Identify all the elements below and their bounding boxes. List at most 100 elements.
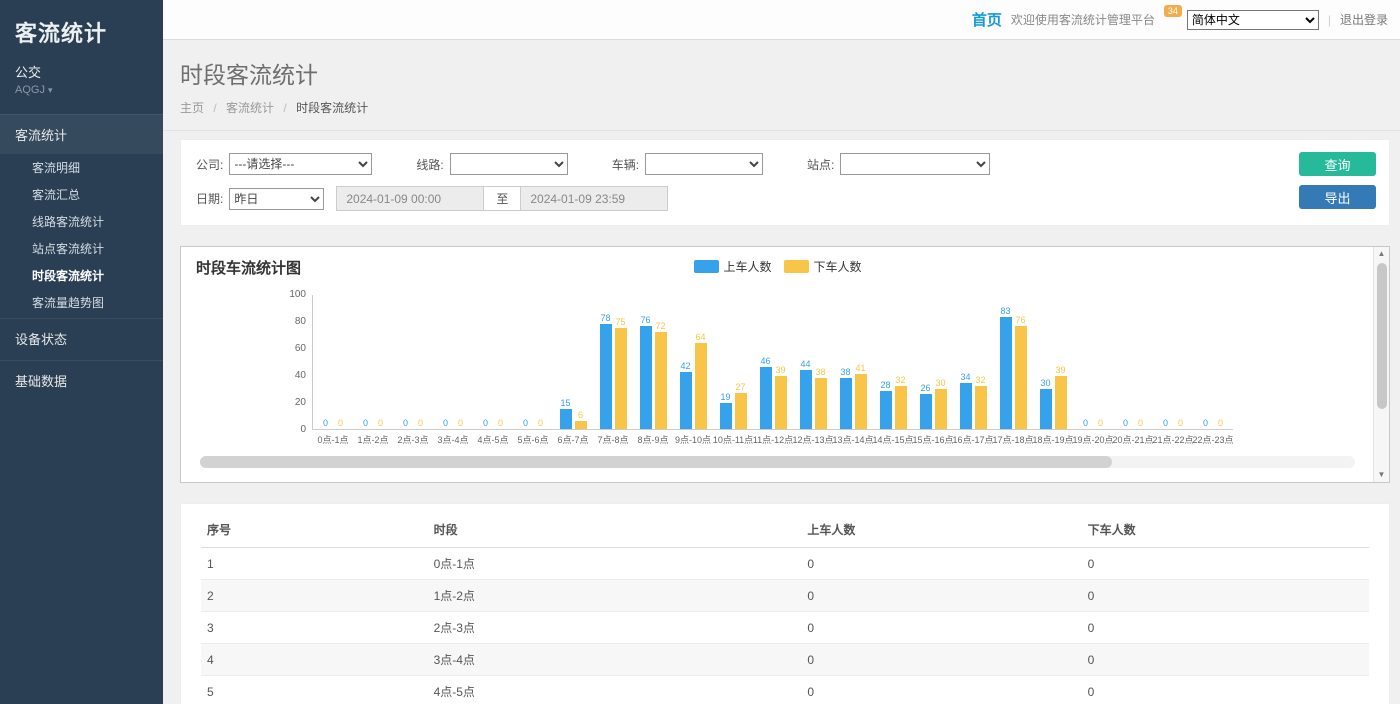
bar <box>680 372 692 429</box>
sidebar-item[interactable]: 时段客流统计 <box>0 262 163 289</box>
bar <box>920 394 932 429</box>
scroll-up-icon[interactable]: ▲ <box>1378 247 1386 261</box>
company-name: 公交 <box>15 62 148 81</box>
breadcrumb: 主页 / 客流统计 / 时段客流统计 <box>180 99 1390 116</box>
chart-y-axis: 020406080100 <box>284 295 312 430</box>
table-body: 10点-1点0021点-2点0032点-3点0043点-4点0054点-5点00… <box>201 548 1369 704</box>
topbar: 首页 欢迎使用客流统计管理平台 34 简体中文 | 退出登录 <box>163 0 1400 40</box>
table-cell: 0点-1点 <box>428 548 802 580</box>
bar-value-label: 0 <box>1123 418 1128 428</box>
vehicle-filter-label: 车辆: <box>612 156 639 173</box>
page-title: 时段客流统计 <box>180 56 1390 90</box>
bar-value-label: 0 <box>1163 418 1168 428</box>
vertical-scroll-thumb[interactable] <box>1377 263 1387 409</box>
date-start-input[interactable] <box>336 186 484 211</box>
company-selector[interactable]: AQGJ▾ <box>15 84 148 96</box>
query-button[interactable]: 查询 <box>1299 152 1376 176</box>
chart-vertical-scrollbar[interactable]: ▲ ▼ <box>1373 247 1389 482</box>
bar <box>800 370 812 429</box>
bar-value-label: 42 <box>680 361 690 371</box>
bar-value-label: 34 <box>960 372 970 382</box>
bar-value-label: 27 <box>735 382 745 392</box>
breadcrumb-home[interactable]: 主页 <box>180 101 204 115</box>
table-cell: 2 <box>201 580 428 612</box>
scroll-down-icon[interactable]: ▼ <box>1378 468 1386 482</box>
sidebar-item[interactable]: 线路客流统计 <box>0 208 163 235</box>
home-link[interactable]: 首页 <box>972 9 1002 30</box>
sidebar-section[interactable]: 设备状态 <box>0 318 163 358</box>
bar-value-label: 64 <box>695 332 705 342</box>
chart-panel: 时段车流统计图 上车人数下车人数 020406080100 000点-1点001… <box>180 246 1390 483</box>
bar-value-label: 44 <box>800 359 810 369</box>
x-axis-label: 18点-19点 <box>1032 433 1073 446</box>
y-axis-tick: 0 <box>300 425 306 435</box>
logout-link[interactable]: 退出登录 <box>1340 11 1388 28</box>
bar-value-label: 41 <box>855 363 865 373</box>
chart-body: 020406080100 000点-1点001点-2点002点-3点003点-4… <box>196 295 1359 430</box>
bar-value-label: 0 <box>338 418 343 428</box>
bar <box>760 367 772 429</box>
bar-group: 283214点-15点 <box>873 295 913 429</box>
breadcrumb-separator: / <box>213 101 216 115</box>
bar-value-label: 26 <box>920 383 930 393</box>
x-axis-label: 20点-21点 <box>1112 433 1153 446</box>
table-cell: 2点-3点 <box>428 612 802 644</box>
x-axis-label: 21点-22点 <box>1152 433 1193 446</box>
date-range-group: 至 <box>336 186 668 211</box>
x-axis-label: 7点-8点 <box>597 433 628 446</box>
line-select[interactable] <box>450 153 568 175</box>
bar-value-label: 76 <box>640 315 650 325</box>
notification-badge[interactable]: 34 <box>1164 5 1182 17</box>
bar <box>615 328 627 429</box>
legend-swatch <box>693 260 718 273</box>
table-cell: 0 <box>801 580 1081 612</box>
export-button[interactable]: 导出 <box>1299 185 1376 209</box>
sidebar-section[interactable]: 基础数据 <box>0 360 163 400</box>
table-cell: 4点-5点 <box>428 676 802 704</box>
date-preset-select[interactable]: 昨日 <box>229 188 324 210</box>
sidebar-item[interactable]: 客流明细 <box>0 154 163 181</box>
table-row: 54点-5点00 <box>201 676 1369 704</box>
sidebar-item[interactable]: 客流量趋势图 <box>0 289 163 316</box>
bar-group: 0020点-21点 <box>1113 295 1153 429</box>
bar-group: 1566点-7点 <box>553 295 593 429</box>
station-select[interactable] <box>840 153 990 175</box>
x-axis-label: 17点-18点 <box>992 433 1033 446</box>
language-select[interactable]: 简体中文 <box>1187 10 1319 30</box>
bar-group: 78757点-8点 <box>593 295 633 429</box>
station-filter-label: 站点: <box>807 156 834 173</box>
breadcrumb-section[interactable]: 客流统计 <box>226 101 274 115</box>
sidebar-item[interactable]: 客流汇总 <box>0 181 163 208</box>
bar-group: 42649点-10点 <box>673 295 713 429</box>
y-axis-tick: 80 <box>295 317 306 327</box>
table-cell: 0 <box>801 676 1081 704</box>
date-range-to-label: 至 <box>484 186 520 211</box>
bar-group: 0022点-23点 <box>1193 295 1233 429</box>
bar-value-label: 0 <box>443 418 448 428</box>
bar-group: 004点-5点 <box>473 295 513 429</box>
bar-value-label: 0 <box>498 418 503 428</box>
date-end-input[interactable] <box>520 186 668 211</box>
filter-panel: 公司: ---请选择--- 线路: 车辆: 站点: 日期: 昨日 至 <box>180 139 1390 226</box>
bar <box>855 374 867 429</box>
bar-value-label: 78 <box>600 313 610 323</box>
table-column-header: 下车人数 <box>1082 512 1369 548</box>
legend-item[interactable]: 下车人数 <box>784 258 862 275</box>
x-axis-label: 9点-10点 <box>675 433 711 446</box>
bar-value-label: 6 <box>578 410 583 420</box>
sidebar-item[interactable]: 站点客流统计 <box>0 235 163 262</box>
table-row: 32点-3点00 <box>201 612 1369 644</box>
bar-value-label: 30 <box>935 378 945 388</box>
horizontal-scroll-thumb[interactable] <box>200 456 1112 468</box>
vehicle-select[interactable] <box>645 153 763 175</box>
bar-value-label: 0 <box>1138 418 1143 428</box>
company-select[interactable]: ---请选择--- <box>229 153 372 175</box>
bar <box>720 403 732 429</box>
bar <box>935 389 947 430</box>
bar <box>1040 389 1052 430</box>
bar-group: 443812点-13点 <box>793 295 833 429</box>
legend-item[interactable]: 上车人数 <box>693 258 771 275</box>
bar <box>695 343 707 429</box>
chart-horizontal-scrollbar[interactable] <box>200 456 1355 468</box>
sidebar-section[interactable]: 客流统计 <box>0 114 163 154</box>
